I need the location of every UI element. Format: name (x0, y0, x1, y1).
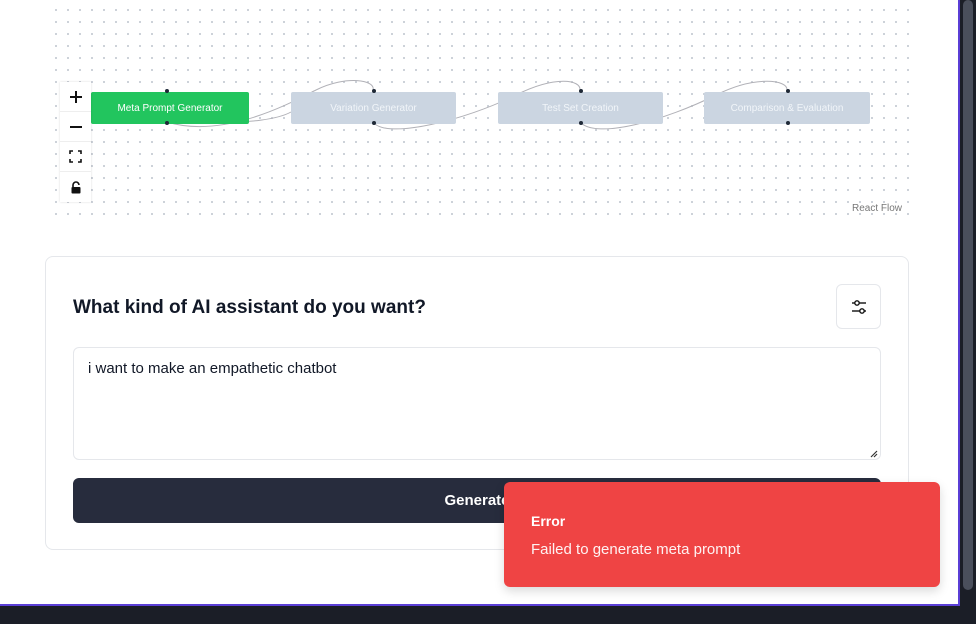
fit-view-button[interactable] (60, 142, 91, 172)
node-2-handle-bottom[interactable] (372, 121, 376, 125)
zoom-in-button[interactable] (60, 82, 91, 112)
card-title: What kind of AI assistant do you want? (73, 297, 426, 318)
app-window: Meta Prompt Generator Variation Generato… (0, 0, 960, 606)
react-flow-attribution[interactable]: React Flow (852, 203, 902, 214)
node-variation-generator[interactable]: Variation Generator (291, 92, 456, 124)
minus-icon (69, 125, 82, 128)
node-4-handle-top[interactable] (786, 89, 790, 93)
toast-description: Failed to generate meta prompt (531, 541, 741, 558)
fit-view-icon (69, 150, 82, 163)
node-comparison-evaluation[interactable]: Comparison & Evaluation (704, 92, 870, 124)
lock-icon (71, 180, 80, 193)
error-toast[interactable]: Error Failed to generate meta prompt (504, 482, 940, 587)
flow-canvas[interactable]: Meta Prompt Generator Variation Generato… (46, 0, 910, 222)
settings-button[interactable] (836, 284, 881, 329)
zoom-out-button[interactable] (60, 112, 91, 142)
node-1-handle-bottom[interactable] (165, 121, 169, 125)
node-4-handle-bottom[interactable] (786, 121, 790, 125)
scrollbar-thumb[interactable] (963, 0, 973, 590)
lock-button[interactable] (60, 172, 91, 202)
toast-title: Error (531, 513, 566, 529)
node-2-handle-top[interactable] (372, 89, 376, 93)
assistant-prompt-input[interactable]: i want to make an empathetic chatbot (73, 347, 881, 460)
plus-icon (69, 90, 82, 103)
node-test-set-creation[interactable]: Test Set Creation (498, 92, 663, 124)
node-3-handle-top[interactable] (579, 89, 583, 93)
flow-controls (60, 82, 91, 202)
node-1-handle-top[interactable] (165, 89, 169, 93)
node-meta-prompt-generator[interactable]: Meta Prompt Generator (91, 92, 249, 124)
resize-grip-icon[interactable] (868, 448, 878, 458)
sliders-icon (851, 299, 866, 314)
node-3-handle-bottom[interactable] (579, 121, 583, 125)
